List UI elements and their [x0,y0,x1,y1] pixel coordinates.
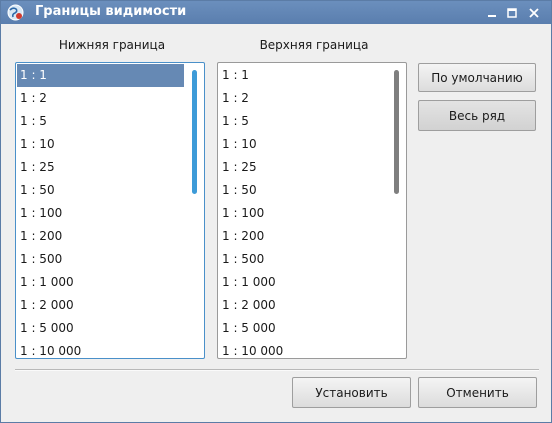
maximize-button[interactable] [503,4,521,21]
lower-list-item[interactable]: 1 : 1 [17,64,184,87]
cancel-button[interactable]: Отменить [418,377,537,408]
upper-list-item[interactable]: 1 : 500 [219,248,386,271]
upper-bound-list[interactable]: 1 : 11 : 21 : 51 : 10 1 : 25 1 : 50 1 : 100… [217,62,407,359]
lower-list-item[interactable]: 1 : 200 [17,225,184,248]
lower-list-item[interactable]: 1 : 10 [17,133,184,156]
lower-list-item[interactable]: 1 : 500 [17,248,184,271]
default-button[interactable]: По умолчанию [418,63,536,92]
upper-list-item[interactable]: 1 : 10 [219,133,386,156]
apply-button[interactable]: Установить [292,377,411,408]
upper-list-item[interactable]: 1 : 5 000 [219,317,386,340]
full-range-button[interactable]: Весь ряд [418,100,536,131]
maximize-icon [507,7,517,18]
title-bar[interactable]: Границы видимости [1,1,551,24]
lower-bound-items: 1 : 11 : 21 : 51 : 10 1 : 25 1 : 50 1 : 100… [16,63,204,358]
upper-list-item[interactable]: 1 : 2 000 [219,294,386,317]
footer-separator [15,369,539,371]
lower-list-item[interactable]: 1 : 5 000 [17,317,184,340]
lower-list-item[interactable]: 1 : 25 [17,156,184,179]
lower-list-item[interactable]: 1 : 2 000 [17,294,184,317]
lower-list-item[interactable]: 1 : 50 [17,179,184,202]
upper-list-item[interactable]: 1 : 5 [219,110,386,133]
lower-list-item[interactable]: 1 : 10 000 [17,340,184,358]
lower-bound-label: Нижняя граница [58,38,166,52]
lower-list-item[interactable]: 1 : 2 [17,87,184,110]
lower-list-item[interactable]: 1 : 5 [17,110,184,133]
upper-bound-items: 1 : 11 : 21 : 51 : 10 1 : 25 1 : 50 1 : 100… [218,63,406,358]
lower-bound-list[interactable]: 1 : 11 : 21 : 51 : 10 1 : 25 1 : 50 1 : 100… [15,62,205,359]
close-button[interactable] [525,4,543,21]
lower-list-item[interactable]: 1 : 1 000 [17,271,184,294]
upper-list-scrollbar[interactable] [394,70,399,194]
upper-list-item[interactable]: 1 : 10 000 [219,340,386,358]
lower-list-scrollbar[interactable] [192,70,197,194]
upper-list-item[interactable]: 1 : 25 [219,156,386,179]
upper-bound-label: Верхняя граница [259,38,369,52]
app-globe-icon [7,4,24,21]
upper-list-item[interactable]: 1 : 1 [219,64,386,87]
window-title: Границы видимости [35,4,187,19]
lower-list-item[interactable]: 1 : 100 [17,202,184,225]
upper-list-item[interactable]: 1 : 100 [219,202,386,225]
close-icon [529,7,539,18]
minimize-icon [488,14,496,17]
dialog-window: Границы видимости Нижняя граница Верхняя… [0,0,552,423]
upper-list-item[interactable]: 1 : 50 [219,179,386,202]
upper-list-item[interactable]: 1 : 2 [219,87,386,110]
upper-list-item[interactable]: 1 : 1 000 [219,271,386,294]
upper-list-item[interactable]: 1 : 200 [219,225,386,248]
minimize-button[interactable] [483,4,501,21]
